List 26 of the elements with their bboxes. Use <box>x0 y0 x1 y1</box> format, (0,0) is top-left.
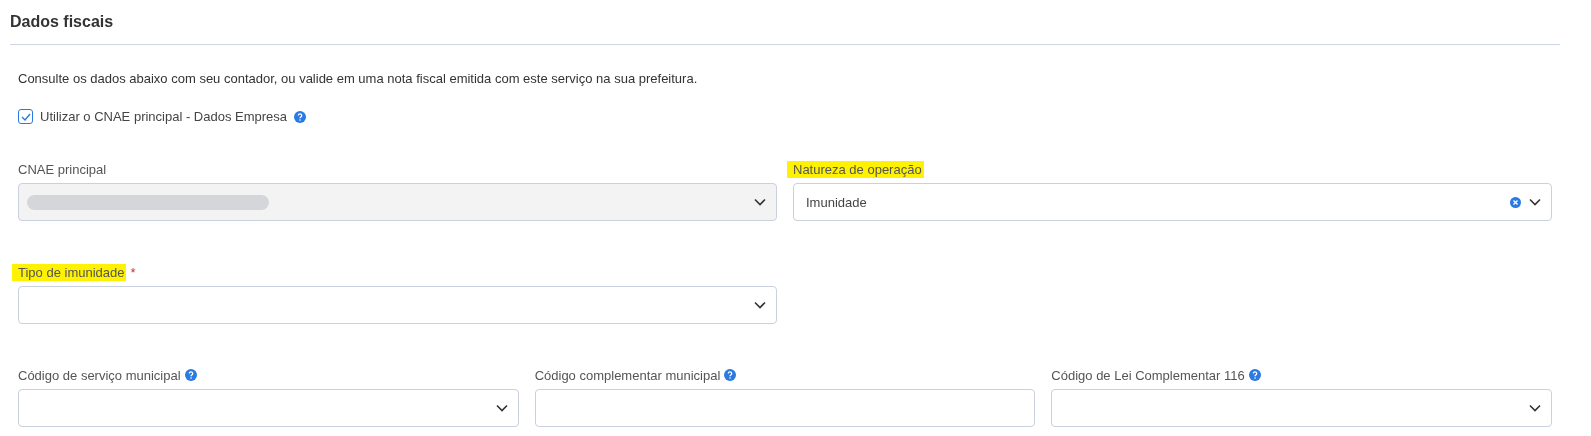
select-field[interactable] <box>1051 389 1552 427</box>
field-label: Tipo de imunidade <box>12 263 127 281</box>
clear-icon[interactable] <box>1510 196 1521 208</box>
field-label: Código complementar municipal <box>534 367 721 383</box>
help-icon[interactable] <box>1248 369 1261 381</box>
help-icon[interactable] <box>184 369 197 381</box>
intro-text: Consulte os dados abaixo com seu contador, ou valide em uma nota fiscal emitida com este serviço na sua prefeitura. <box>18 71 699 87</box>
select-field[interactable]: Imunidade <box>793 183 1552 221</box>
help-icon[interactable] <box>294 110 307 123</box>
section-title: Dados fiscais <box>10 12 1560 45</box>
required-mark: * <box>130 264 136 280</box>
field-label: Código de Lei Complementar 116 <box>1051 367 1245 383</box>
checkbox[interactable] <box>18 109 33 124</box>
chevron-down-icon[interactable] <box>1529 404 1541 412</box>
help-icon[interactable] <box>724 369 737 381</box>
select-field[interactable] <box>18 286 777 324</box>
field-value: Imunidade <box>806 194 868 210</box>
field-label: Natureza de operação <box>787 160 924 178</box>
input-field[interactable] <box>534 389 1036 427</box>
checkbox-label: Utilizar o CNAE principal - Dados Empresa <box>40 109 288 124</box>
field-label: CNAE principal <box>18 161 107 177</box>
chevron-down-icon[interactable] <box>1529 198 1541 206</box>
chevron-down-icon[interactable] <box>754 301 766 309</box>
select-field[interactable] <box>18 389 519 427</box>
chevron-down-icon[interactable] <box>495 404 508 412</box>
field-label: Código de serviço municipal <box>18 367 181 383</box>
